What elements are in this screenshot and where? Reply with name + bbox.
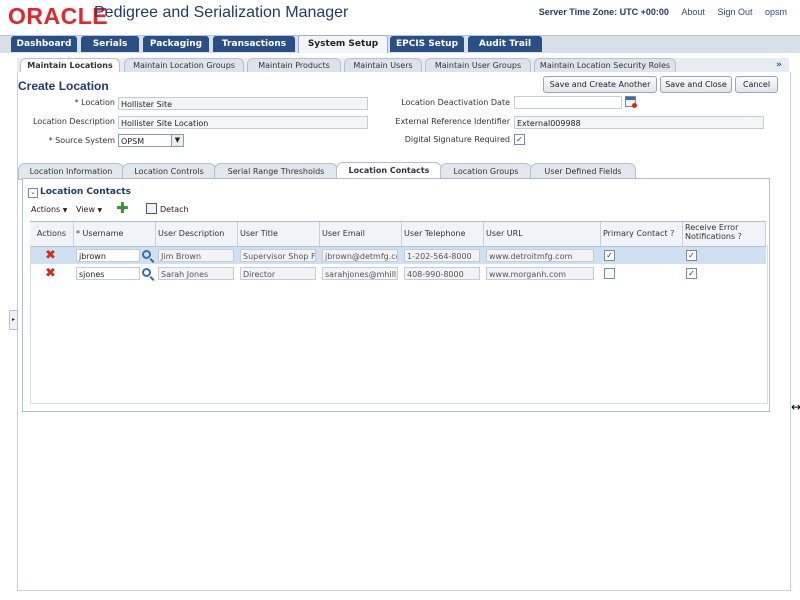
- subtab-maintain-locations[interactable]: Maintain Locations: [20, 58, 120, 73]
- col-user-email: User Email: [320, 222, 402, 246]
- detach-icon[interactable]: [146, 203, 157, 214]
- view-menu[interactable]: View ▼: [76, 205, 102, 214]
- help-icon[interactable]: ?: [738, 232, 742, 241]
- tab-epcis-setup[interactable]: EPCIS Setup: [390, 36, 464, 52]
- server-time-zone: Server Time Zone: UTC +00:00: [538, 7, 669, 17]
- subtab-maintain-location-security-roles[interactable]: Maintain Location Security Roles: [534, 58, 676, 73]
- about-link[interactable]: About: [681, 7, 705, 17]
- col-primary-contact-label: Primary Contact: [603, 229, 668, 238]
- source-system-select[interactable]: OPSM ▼: [118, 134, 184, 147]
- source-system-value: OPSM: [121, 137, 145, 146]
- cancel-button[interactable]: Cancel: [735, 76, 778, 93]
- source-system-label: * Source System: [48, 136, 115, 145]
- tab-system-setup[interactable]: System Setup: [298, 35, 388, 53]
- chevron-down-icon: ▼: [171, 135, 183, 146]
- actions-menu[interactable]: Actions ▼: [31, 205, 67, 214]
- subtab-maintain-user-groups[interactable]: Maintain User Groups: [425, 58, 531, 73]
- tab-audit-trail[interactable]: Audit Trail: [468, 36, 542, 52]
- more-tabs-chevron-icon[interactable]: »: [776, 60, 782, 70]
- table-body: [30, 245, 768, 404]
- external-reference-field[interactable]: External009988: [514, 116, 764, 129]
- contacts-table-header: Actions * Username User Description User…: [30, 221, 766, 247]
- location-field[interactable]: Hollister Site: [118, 97, 368, 110]
- global-links: Server Time Zone: UTC +00:00 About Sign …: [539, 7, 787, 17]
- digital-signature-label: Digital Signature Required: [404, 135, 510, 144]
- location-description-label: Location Description: [33, 117, 115, 126]
- col-actions: Actions: [30, 222, 74, 246]
- col-username: * Username: [74, 222, 156, 246]
- col-receive-error-notifications-label: Receive Error Notifications: [685, 223, 739, 241]
- col-user-title: User Title: [238, 222, 320, 246]
- calendar-icon[interactable]: [625, 96, 637, 108]
- add-row-plus-icon[interactable]: ✚: [116, 201, 129, 216]
- actions-menu-label: Actions: [31, 205, 61, 214]
- chevron-down-icon: ▼: [97, 207, 103, 214]
- tab-dashboard[interactable]: Dashboard: [11, 36, 77, 52]
- cursor-icon: ↔: [791, 400, 800, 414]
- view-menu-label: View: [76, 205, 95, 214]
- location-description-field[interactable]: Hollister Site Location: [118, 116, 368, 129]
- panel-expand-arrow-icon[interactable]: ▸: [9, 310, 18, 330]
- save-and-close-button[interactable]: Save and Close: [660, 76, 732, 93]
- col-user-url: User URL: [484, 222, 601, 246]
- app-title: Pedigree and Serialization Manager: [94, 4, 349, 21]
- location-contacts-title: Location Contacts: [40, 187, 132, 197]
- detach-button[interactable]: Detach: [160, 205, 189, 214]
- subtab-maintain-products[interactable]: Maintain Products: [247, 58, 341, 73]
- tab-transactions[interactable]: Transactions: [213, 36, 295, 52]
- location-label: * Location: [74, 98, 115, 107]
- tab-serials[interactable]: Serials: [81, 36, 139, 52]
- save-and-create-another-button[interactable]: Save and Create Another: [543, 76, 657, 93]
- col-user-telephone: User Telephone: [402, 222, 484, 246]
- user-link[interactable]: opsm: [765, 7, 787, 17]
- page-title: Create Location: [18, 79, 109, 93]
- tab-packaging[interactable]: Packaging: [143, 36, 209, 52]
- digital-signature-checkbox[interactable]: ✓: [514, 134, 525, 145]
- external-reference-label: External Reference Identifier: [395, 117, 510, 126]
- collapse-icon[interactable]: ⌄: [28, 188, 38, 198]
- help-icon[interactable]: ?: [670, 229, 674, 238]
- sign-out-link[interactable]: Sign Out: [717, 7, 752, 17]
- col-user-description: User Description: [156, 222, 238, 246]
- col-primary-contact: Primary Contact ?: [601, 222, 683, 246]
- deactivation-date-label: Location Deactivation Date: [401, 98, 510, 107]
- subtab-maintain-location-groups[interactable]: Maintain Location Groups: [124, 58, 244, 73]
- subtab-maintain-users[interactable]: Maintain Users: [344, 58, 422, 73]
- col-receive-error-notifications: Receive Error Notifications ?: [683, 222, 766, 246]
- chevron-down-icon: ▼: [62, 207, 68, 214]
- deactivation-date-field[interactable]: [514, 96, 622, 109]
